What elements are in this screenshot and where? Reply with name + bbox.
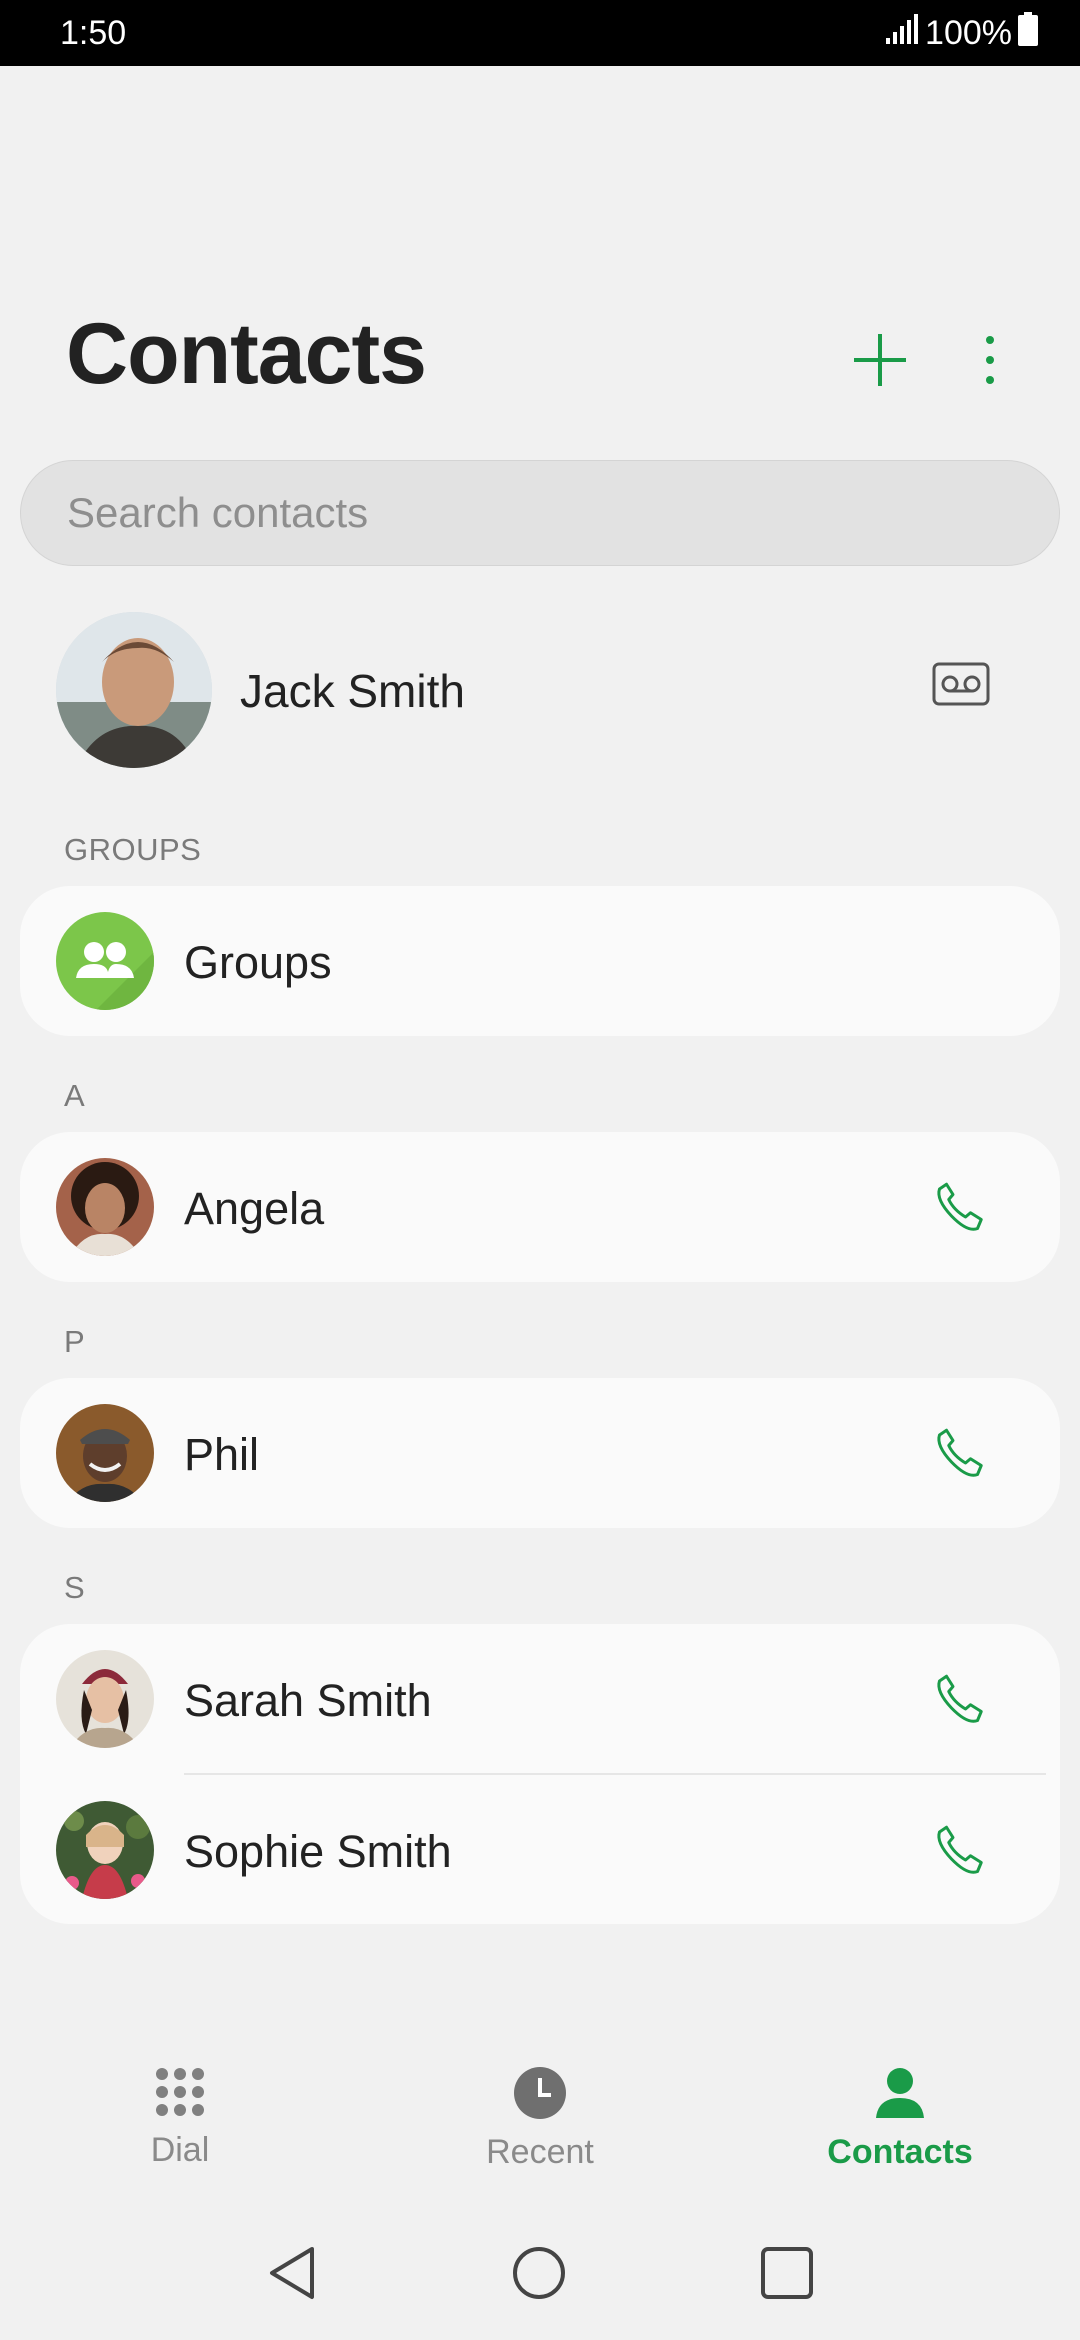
contact-row-angela[interactable]: Angela xyxy=(20,1132,1060,1282)
call-button[interactable] xyxy=(930,1670,990,1730)
nav-dial[interactable]: Dial xyxy=(0,2050,360,2200)
section-header-groups: GROUPS xyxy=(64,832,202,867)
groups-label: Groups xyxy=(184,937,332,988)
plus-icon xyxy=(852,332,908,393)
groups-icon xyxy=(56,912,154,1010)
contact-name: Angela xyxy=(184,1183,325,1234)
status-bar: 1:50 100% xyxy=(0,0,1080,66)
profile-avatar xyxy=(56,612,212,768)
signal-icon xyxy=(885,13,919,53)
status-indicators: 100% xyxy=(885,11,1038,55)
contacts-card-p: Phil xyxy=(20,1378,1060,1528)
bottom-nav: Dial Recent Contacts xyxy=(0,2050,1080,2200)
status-time: 1:50 xyxy=(60,13,127,52)
section-header-p: P xyxy=(64,1324,86,1359)
contact-name: Sarah Smith xyxy=(184,1675,432,1726)
phone-icon xyxy=(930,1428,990,1488)
more-vert-icon xyxy=(984,334,996,391)
back-button[interactable] xyxy=(266,2245,318,2306)
contact-name: Sophie Smith xyxy=(184,1826,452,1877)
nav-label: Contacts xyxy=(827,2133,973,2171)
home-circle-icon xyxy=(511,2246,567,2305)
section-header-a: A xyxy=(64,1078,86,1113)
search-input[interactable]: Search contacts xyxy=(20,460,1060,566)
nav-recent[interactable]: Recent xyxy=(360,2050,720,2200)
system-nav-bar xyxy=(0,2220,1080,2330)
my-profile-row[interactable]: Jack Smith xyxy=(0,604,1080,774)
back-triangle-icon xyxy=(266,2246,318,2305)
nav-label: Dial xyxy=(150,2131,210,2169)
nav-label: Recent xyxy=(486,2133,594,2171)
contact-avatar xyxy=(56,1158,154,1256)
contact-row-phil[interactable]: Phil xyxy=(20,1378,1060,1528)
battery-percent: 100% xyxy=(925,13,1012,52)
call-button[interactable] xyxy=(930,1424,990,1484)
voicemail-button[interactable] xyxy=(932,662,990,711)
groups-card: Groups xyxy=(20,886,1060,1036)
contacts-card-a: Angela xyxy=(20,1132,1060,1282)
more-options-button[interactable] xyxy=(970,330,1010,394)
call-button[interactable] xyxy=(930,1178,990,1238)
search-placeholder: Search contacts xyxy=(67,489,369,536)
contact-avatar xyxy=(56,1801,154,1899)
person-icon xyxy=(873,2066,927,2125)
recents-square-icon xyxy=(760,2246,814,2304)
add-contact-button[interactable] xyxy=(848,330,912,394)
contact-avatar xyxy=(56,1404,154,1502)
clock-icon xyxy=(513,2066,567,2125)
home-button[interactable] xyxy=(511,2245,567,2306)
battery-icon xyxy=(1018,11,1038,55)
contact-row-sophie-smith[interactable]: Sophie Smith xyxy=(20,1775,1060,1925)
nav-contacts[interactable]: Contacts xyxy=(720,2050,1080,2200)
phone-icon xyxy=(930,1825,990,1885)
contact-row-sarah-smith[interactable]: Sarah Smith xyxy=(20,1624,1060,1774)
phone-icon xyxy=(930,1182,990,1242)
phone-icon xyxy=(930,1674,990,1734)
groups-row[interactable]: Groups xyxy=(20,886,1060,1036)
profile-name: Jack Smith xyxy=(240,665,465,717)
contact-name: Phil xyxy=(184,1429,260,1480)
contact-avatar xyxy=(56,1650,154,1748)
dialpad-icon xyxy=(154,2066,206,2123)
contacts-card-s: Sarah Smith Sophie Smith xyxy=(20,1624,1060,1924)
page-title: Contacts xyxy=(66,306,427,402)
call-button[interactable] xyxy=(930,1821,990,1881)
recents-button[interactable] xyxy=(760,2246,814,2305)
section-header-s: S xyxy=(64,1570,86,1605)
voicemail-icon xyxy=(932,662,990,710)
